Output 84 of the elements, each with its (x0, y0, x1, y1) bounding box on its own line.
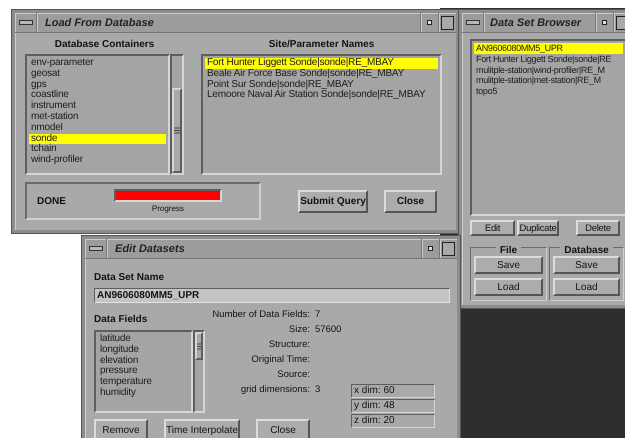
list-item[interactable]: instrument (29, 101, 166, 112)
field-label: Data Set Name (94, 272, 164, 283)
window-menu-button[interactable] (462, 13, 484, 32)
list-item[interactable]: env-parameter (29, 58, 166, 69)
info-value: 7 (315, 309, 320, 320)
list-item[interactable]: tchain (29, 144, 166, 156)
button[interactable]: Close (256, 419, 310, 438)
square-icon (442, 242, 455, 256)
minimize-button[interactable] (420, 13, 438, 32)
info-label: Size: (288, 324, 310, 335)
column-heading: Database Containers (54, 39, 154, 50)
group-heading: File (496, 245, 522, 256)
list-item[interactable]: sonde (29, 134, 166, 144)
site-list[interactable]: Fort Hunter Liggett Sonde|sonde|RE_MBAY Beale Air Force Base Sonde|sonde|RE_MBAY Point Sur Sonde|sonde|RE_MBAY Lemoore Naval Air Station Sonde|sonde|RE_MBAY (201, 54, 442, 175)
window-title: Data Set Browser (484, 13, 595, 32)
group-heading: Database (560, 245, 613, 256)
info-label: grid dimensions: (240, 384, 310, 395)
button[interactable]: Load (553, 278, 620, 296)
list-item[interactable]: wind-profiler (29, 155, 166, 166)
list-item[interactable]: longitude (98, 344, 189, 356)
grip-icon (197, 342, 201, 350)
list-item[interactable]: Beale Air Force Base Sonde|sonde|RE_MBAY (205, 68, 438, 80)
button[interactable]: Duplicate (517, 220, 559, 236)
minimize-button[interactable] (595, 13, 613, 32)
list-item[interactable]: geosat (29, 68, 166, 80)
maximize-button[interactable] (439, 239, 457, 258)
info-value: 3 (315, 384, 320, 395)
square-icon (441, 16, 454, 30)
list-item[interactable]: humidity (98, 388, 189, 399)
list-item[interactable]: Fort Hunter Liggett Sonde|sonde|RE (474, 54, 623, 65)
button[interactable]: Save (553, 256, 620, 274)
dimension-field[interactable]: z dim: 20 (351, 414, 435, 428)
button[interactable]: Edit (470, 220, 515, 236)
bar-icon (18, 20, 32, 25)
list-item[interactable]: Point Sur Sonde|sonde|RE_MBAY (205, 80, 438, 90)
list-item[interactable]: AN9606080MM5_UPR (474, 43, 623, 54)
list-item[interactable]: mulitple-station|met-station|RE_M (474, 75, 623, 86)
list-item[interactable]: Lemoore Naval Air Station Sonde|sonde|RE_MBAY (205, 90, 438, 102)
name-field[interactable]: AN9606080MM5_UPR (94, 288, 450, 303)
dimension-field[interactable]: y dim: 48 (351, 399, 435, 413)
list-item[interactable]: gps (29, 80, 166, 90)
scrollbar[interactable] (170, 54, 184, 175)
list-item[interactable]: coastline (29, 90, 166, 102)
window-title: Load From Database (37, 13, 420, 32)
info-value: 57600 (315, 324, 342, 335)
list-item[interactable]: topo5 (474, 86, 623, 97)
button[interactable]: Delete (576, 220, 620, 236)
button[interactable]: Load (474, 278, 543, 296)
list-item[interactable]: latitude (98, 334, 189, 345)
button[interactable]: Close (384, 190, 437, 212)
scroll-thumb[interactable] (172, 88, 182, 173)
progress-label: Progress (152, 204, 184, 213)
list-item[interactable]: temperature (98, 377, 189, 388)
button[interactable]: Time Interpolate (164, 419, 240, 438)
maximize-button[interactable] (438, 13, 456, 32)
list-item[interactable]: mulitple-station|wind-profiler|RE_M (474, 64, 623, 76)
window-menu-button[interactable] (15, 13, 37, 32)
list-item[interactable]: met-station (29, 112, 166, 123)
button[interactable]: Remove (94, 419, 148, 438)
button[interactable]: Submit Query (298, 190, 368, 212)
window-title: Edit Datasets (107, 239, 421, 258)
minimize-button[interactable] (421, 239, 439, 258)
info-label: Original Time: (251, 354, 310, 365)
dimension-field[interactable]: x dim: 60 (351, 384, 435, 398)
bar-icon (88, 246, 102, 251)
list-item[interactable]: nmodel (29, 122, 166, 134)
container-list[interactable]: env-parameter geosat gps coastline instrument met-station nmodel sonde tchain wind-profiler (25, 54, 170, 175)
field-label: Data Fields (94, 314, 148, 325)
button[interactable]: Save (474, 256, 543, 274)
list-item[interactable]: Fort Hunter Liggett Sonde|sonde|RE_MBAY (205, 58, 438, 69)
info-label: Structure: (268, 339, 310, 350)
bar-icon (466, 20, 480, 25)
status-text: DONE (37, 196, 66, 206)
list-item[interactable]: elevation (98, 356, 189, 366)
info-label: Number of Data Fields: (212, 309, 310, 320)
scroll-thumb[interactable] (195, 332, 203, 360)
data-field-list[interactable]: latitude longitude elevation pressure temperature humidity (94, 330, 193, 413)
grip-icon (174, 127, 180, 134)
column-heading: Site/Parameter Names (268, 39, 374, 50)
scrollbar[interactable] (193, 330, 205, 413)
list-item[interactable]: pressure (98, 366, 189, 378)
info-label: Source: (277, 369, 310, 380)
dataset-list[interactable]: AN9606080MM5_UPR Fort Hunter Liggett Sonde|sonde|RE mulitple-station|wind-profiler|RE_M mulitple-station|met-station|RE_M topo5 (470, 39, 625, 216)
window-menu-button[interactable] (85, 239, 107, 258)
